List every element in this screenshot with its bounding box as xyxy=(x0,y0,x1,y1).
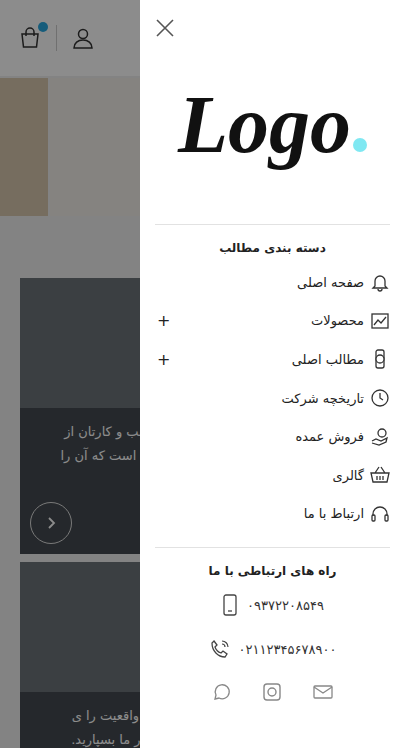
contact-title: راه های ارتباطی با ما xyxy=(155,548,390,592)
menu-item[interactable]: محصولات+ xyxy=(155,302,390,341)
categories-title: دسته بندی مطالب xyxy=(155,225,390,263)
menu-item[interactable]: گالری xyxy=(155,456,390,495)
headset-icon xyxy=(370,504,390,524)
logo[interactable]: Logo xyxy=(155,40,390,210)
phone-icon xyxy=(209,638,231,660)
menu-item[interactable]: تاریخچه شرکت xyxy=(155,379,390,418)
menu-item[interactable]: صفحه اصلی xyxy=(155,263,390,302)
watch-icon xyxy=(370,349,390,369)
menu-item[interactable]: مطالب اصلی+ xyxy=(155,340,390,379)
screen: سب و کارتان ازن است که آن راه واقعیت را … xyxy=(0,0,406,748)
mail-icon[interactable] xyxy=(312,682,334,702)
bell-icon xyxy=(370,272,390,292)
money-hand-icon xyxy=(370,427,390,447)
menu: صفحه اصلیمحصولات+مطالب اصلی+تاریخچه شرکت… xyxy=(155,263,390,533)
divider xyxy=(155,224,390,225)
expand-toggle[interactable]: + xyxy=(155,350,170,369)
mobile-icon xyxy=(221,594,239,616)
menu-item[interactable]: فروش عمده xyxy=(155,417,390,456)
phone-list: ۰۹۳۷۲۲۰۸۵۴۹ ۰۲۱۱۲۳۴۵۶۷۸۹۰۰ xyxy=(155,592,390,662)
clock-icon xyxy=(370,388,390,408)
social-links xyxy=(155,662,390,702)
expand-toggle[interactable]: + xyxy=(155,311,170,330)
close-icon[interactable] xyxy=(155,18,175,38)
menu-item[interactable]: ارتباط با ما xyxy=(155,495,390,534)
phone-row[interactable]: ۰۲۱۱۲۳۴۵۶۷۸۹۰۰ xyxy=(209,636,337,662)
basket-icon xyxy=(370,465,390,485)
chart-icon xyxy=(370,311,390,331)
whatsapp-icon[interactable] xyxy=(212,682,232,702)
divider xyxy=(155,547,390,548)
logo-dot xyxy=(353,138,367,152)
phone-row[interactable]: ۰۹۳۷۲۲۰۸۵۴۹ xyxy=(221,592,324,618)
side-drawer: Logo دسته بندی مطالبصفحه اصلیمحصولات+مطال… xyxy=(140,0,406,748)
instagram-icon[interactable] xyxy=(262,682,282,702)
